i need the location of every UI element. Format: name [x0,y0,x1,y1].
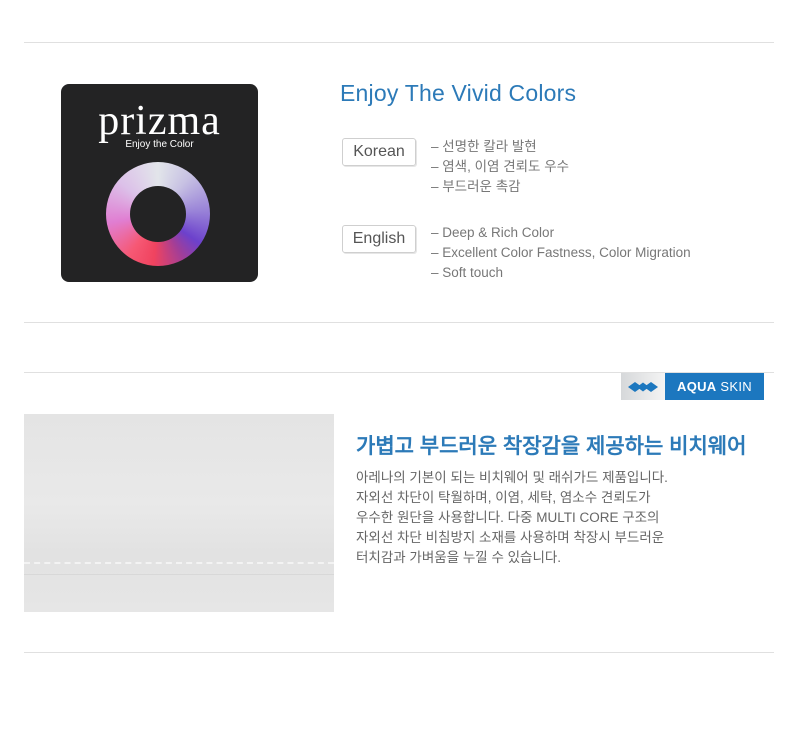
fabric-photo [24,414,334,612]
aqua-skin-badge: AQUA SKIN [621,373,764,400]
list-item: Soft touch [431,263,691,283]
prizma-logo: prizma Enjoy the Color [61,84,258,282]
prizma-brand: prizma [98,98,221,144]
divider-top [24,42,774,43]
color-ring-icon [106,162,210,266]
beachwear-description: 아레나의 기본이 되는 비치웨어 및 래쉬가드 제품입니다. 자외선 차단이 탁… [356,468,696,568]
list-item: 염색, 이염 견뢰도 우수 [431,157,569,177]
divider-bottom [24,652,774,653]
description-line: 자외선 차단이 탁월하며, 이염, 세탁, 염소수 견뢰도가 [356,490,651,505]
english-feature-list: Deep & Rich Color Excellent Color Fastne… [431,223,691,283]
aqua-skin-label: AQUA SKIN [665,373,764,400]
prizma-tagline: Enjoy the Color [125,139,194,150]
list-item: Excellent Color Fastness, Color Migratio… [431,243,690,263]
korean-feature-list: 선명한 칼라 발현 염색, 이염 견뢰도 우수 부드러운 촉감 [431,137,569,197]
english-label: English [342,225,416,253]
description-line: 우수한 원단을 사용합니다. 다중 MULTI CORE 구조의 [356,510,660,525]
beachwear-title: 가볍고 부드러운 착장감을 제공하는 비치웨어 [356,435,747,458]
description-line: 터치감과 가벼움을 누낄 수 있습니다. [356,550,562,565]
description-line: 아레나의 기본이 되는 비치웨어 및 래쉬가드 제품입니다. [356,470,668,485]
divider-middle [24,322,774,323]
list-item: 선명한 칼라 발현 [431,137,569,157]
vivid-colors-title: Enjoy The Vivid Colors [340,80,577,106]
description-line: 자외선 차단 비침방지 소재를 사용하며 착장시 부드러운 [356,530,665,545]
fabric-seam [24,562,334,575]
list-item: 부드러운 촉감 [431,177,569,197]
list-item: Deep & Rich Color [431,223,691,243]
arena-diamond-logo-icon [621,373,665,400]
korean-label: Korean [342,138,416,166]
